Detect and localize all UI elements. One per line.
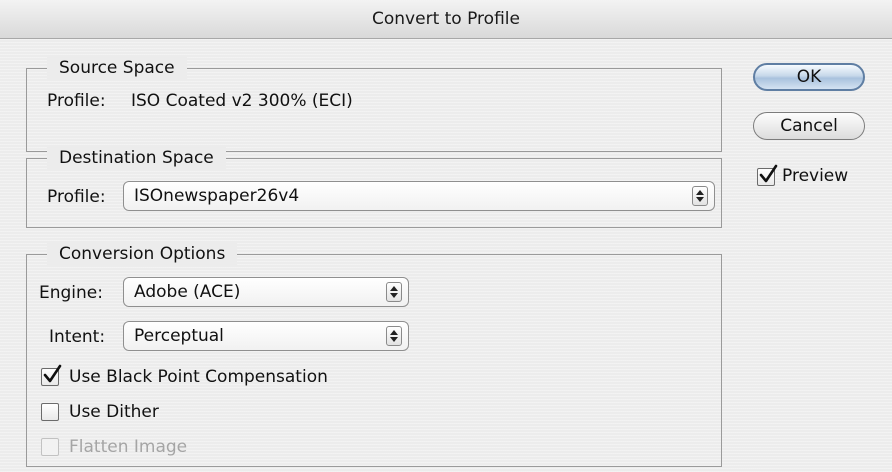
intent-popup[interactable]: Perceptual	[123, 321, 409, 351]
destination-space-legend: Destination Space	[47, 146, 226, 170]
source-space-legend: Source Space	[47, 56, 187, 80]
source-space-group: Source Space Profile: ISO Coated v2 300%…	[26, 56, 722, 152]
dialog-title: Convert to Profile	[0, 0, 892, 39]
conversion-options-group: Conversion Options Engine: Adobe (ACE) I…	[26, 242, 722, 467]
source-profile-value: ISO Coated v2 300% (ECI)	[131, 91, 353, 111]
use-dither-checkbox[interactable]	[41, 403, 59, 421]
engine-label: Engine:	[39, 283, 103, 303]
up-down-arrows-icon	[692, 186, 708, 206]
up-down-arrows-icon	[386, 326, 402, 346]
intent-value: Perceptual	[134, 326, 224, 346]
destination-space-group: Destination Space Profile: ISOnewspaper2…	[26, 146, 722, 228]
flatten-image-label: Flatten Image	[69, 437, 188, 457]
preview-label: Preview	[782, 166, 849, 186]
preview-checkbox[interactable]	[757, 164, 778, 186]
destination-profile-label: Profile:	[47, 187, 106, 207]
checkmark-icon	[759, 164, 778, 183]
destination-profile-popup[interactable]: ISOnewspaper26v4	[123, 181, 715, 211]
use-dither-label: Use Dither	[69, 402, 159, 422]
checkmark-icon	[43, 364, 62, 383]
engine-popup[interactable]: Adobe (ACE)	[123, 277, 409, 307]
destination-profile-value: ISOnewspaper26v4	[134, 186, 300, 206]
intent-label: Intent:	[49, 327, 106, 347]
cancel-button[interactable]: Cancel	[753, 112, 865, 140]
engine-value: Adobe (ACE)	[134, 282, 241, 302]
source-profile-label: Profile:	[47, 91, 106, 111]
flatten-image-checkbox	[41, 438, 59, 456]
ok-button[interactable]: OK	[753, 63, 865, 91]
black-point-compensation-checkbox[interactable]	[41, 364, 62, 386]
conversion-options-legend: Conversion Options	[47, 242, 238, 266]
convert-to-profile-dialog: Convert to Profile Source Space Profile:…	[0, 0, 892, 472]
up-down-arrows-icon	[386, 282, 402, 302]
black-point-compensation-label: Use Black Point Compensation	[69, 367, 328, 387]
